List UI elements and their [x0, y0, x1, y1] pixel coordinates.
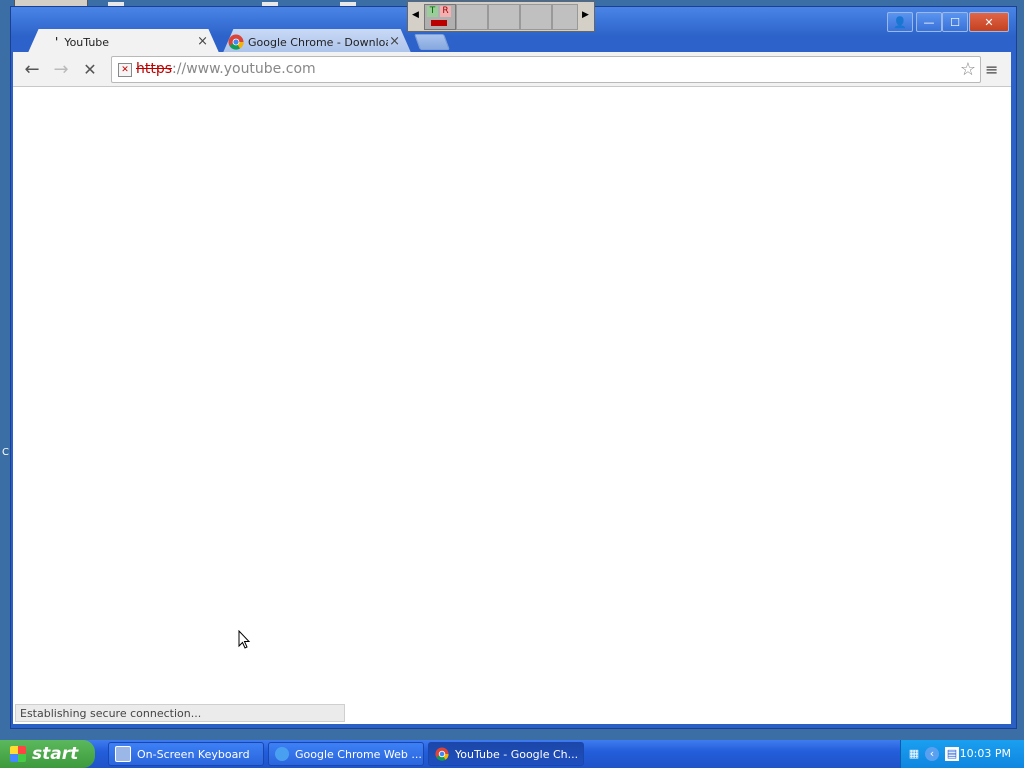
page-content: Establishing secure connection... [13, 87, 1011, 724]
address-bar[interactable]: ✕ https://www.youtube.com ☆ [111, 56, 981, 83]
red-bar-icon [431, 20, 447, 26]
browser-toolbar: ← → ✕ ✕ https://www.youtube.com ☆ ≡ [13, 52, 1011, 87]
taskbar-item-osk[interactable]: On-Screen Keyboard [108, 742, 264, 766]
stop-icon[interactable]: ✕ [79, 59, 101, 79]
scroll-right-arrow-icon[interactable]: ▶ [582, 10, 589, 20]
chrome-window: 👤 — ☐ ✕ ' YouTube × Google Chrome - Down… [10, 6, 1017, 729]
toolbar-slot[interactable] [520, 4, 552, 30]
tr-button[interactable]: T R [424, 4, 456, 30]
chrome-logo-icon [228, 34, 244, 50]
clock[interactable]: 10:03 PM [960, 747, 1011, 760]
keyboard-tray-icon[interactable]: ▦ [907, 747, 921, 761]
taskbar: start On-Screen Keyboard Google Chrome W… [0, 740, 1024, 768]
r-label: R [440, 6, 451, 17]
minimize-icon: — [923, 15, 935, 29]
maximize-icon: ☐ [950, 15, 960, 29]
url-scheme: https [136, 61, 173, 77]
close-icon: ✕ [984, 15, 994, 29]
menu-icon[interactable]: ≡ [985, 60, 1001, 79]
forward-icon[interactable]: → [50, 59, 72, 80]
floating-mini-toolbar: ◀ T R ▶ [407, 1, 595, 32]
tab-title: Google Chrome - Download f [248, 35, 388, 49]
url-rest: ://www.youtube.com [172, 61, 316, 77]
insecure-lock-icon[interactable]: ✕ [118, 63, 132, 77]
t-label: T [427, 6, 438, 17]
toolbar-slot[interactable] [456, 4, 488, 30]
taskbar-item-chrome[interactable]: YouTube - Google Ch... [428, 742, 584, 766]
ie-icon [275, 747, 289, 761]
system-tray: ▦ ‹ ▤ 10:03 PM [900, 740, 1024, 768]
chevron-left-icon[interactable]: ‹ [925, 747, 939, 761]
maximize-button[interactable]: ☐ [942, 12, 968, 32]
taskbar-item-ie[interactable]: Google Chrome Web ... [268, 742, 424, 766]
keyboard-icon [115, 746, 131, 762]
tab-favicon-icon: ' [55, 35, 59, 49]
scroll-left-arrow-icon[interactable]: ◀ [412, 10, 419, 20]
minimize-button[interactable]: — [916, 12, 942, 32]
toolbar-slot[interactable] [488, 4, 520, 30]
back-icon[interactable]: ← [21, 59, 43, 80]
chrome-logo-icon [435, 747, 449, 761]
mouse-cursor-icon [238, 630, 251, 649]
bookmark-star-icon[interactable]: ☆ [960, 59, 976, 80]
tab-close-icon[interactable]: × [197, 34, 208, 49]
url-text: https://www.youtube.com [136, 61, 316, 77]
tab-title: YouTube [64, 35, 110, 49]
close-window-button[interactable]: ✕ [969, 12, 1009, 32]
toolbar-slot[interactable] [552, 4, 578, 30]
calendar-icon[interactable]: ▤ [945, 747, 959, 761]
new-tab-button[interactable] [414, 34, 450, 50]
tab-close-icon[interactable]: × [389, 34, 400, 49]
start-button[interactable]: start [0, 740, 95, 768]
status-bubble: Establishing secure connection... [15, 704, 345, 722]
start-label: start [32, 744, 79, 764]
windows-flag-icon [10, 746, 26, 762]
edge-letter: C [2, 447, 9, 458]
user-icon[interactable]: 👤 [887, 12, 913, 32]
